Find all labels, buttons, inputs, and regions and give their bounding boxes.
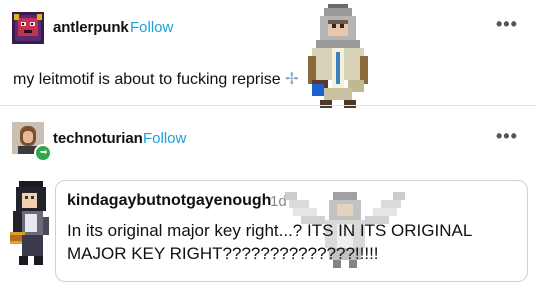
sparkle-emoji: ✢: [285, 71, 299, 88]
reblog-username[interactable]: kindagaybutnotgayenough: [67, 192, 271, 210]
more-options-icon[interactable]: •••: [496, 14, 518, 35]
avatar-antlerpunk[interactable]: [12, 12, 44, 44]
post-body-text: my leitmotif is about to fucking reprise…: [13, 69, 299, 89]
reblog-text-line-1: In its original major key right...? ITS …: [67, 221, 473, 240]
reblog-text-line-2: MAJOR KEY RIGHT??????????????!!!!!: [67, 244, 379, 263]
post-username[interactable]: antlerpunk: [53, 19, 129, 36]
pixel-sprite-robed-figure: [300, 4, 376, 108]
reblog-text: In its original major key right...? ITS …: [67, 219, 522, 265]
follow-button[interactable]: Follow: [130, 19, 173, 36]
avatar-technoturian[interactable]: [12, 122, 52, 162]
more-options-icon[interactable]: •••: [496, 126, 518, 147]
reblog-badge-icon: [34, 144, 52, 162]
post-text: my leitmotif is about to fucking reprise: [13, 71, 281, 88]
avatar-antlerpunk-image: [12, 12, 44, 44]
post-divider: [0, 105, 536, 106]
post-username[interactable]: technoturian: [53, 130, 143, 147]
pixel-sprite-dark-haired-figure: [4, 180, 58, 272]
follow-button[interactable]: Follow: [143, 130, 186, 147]
